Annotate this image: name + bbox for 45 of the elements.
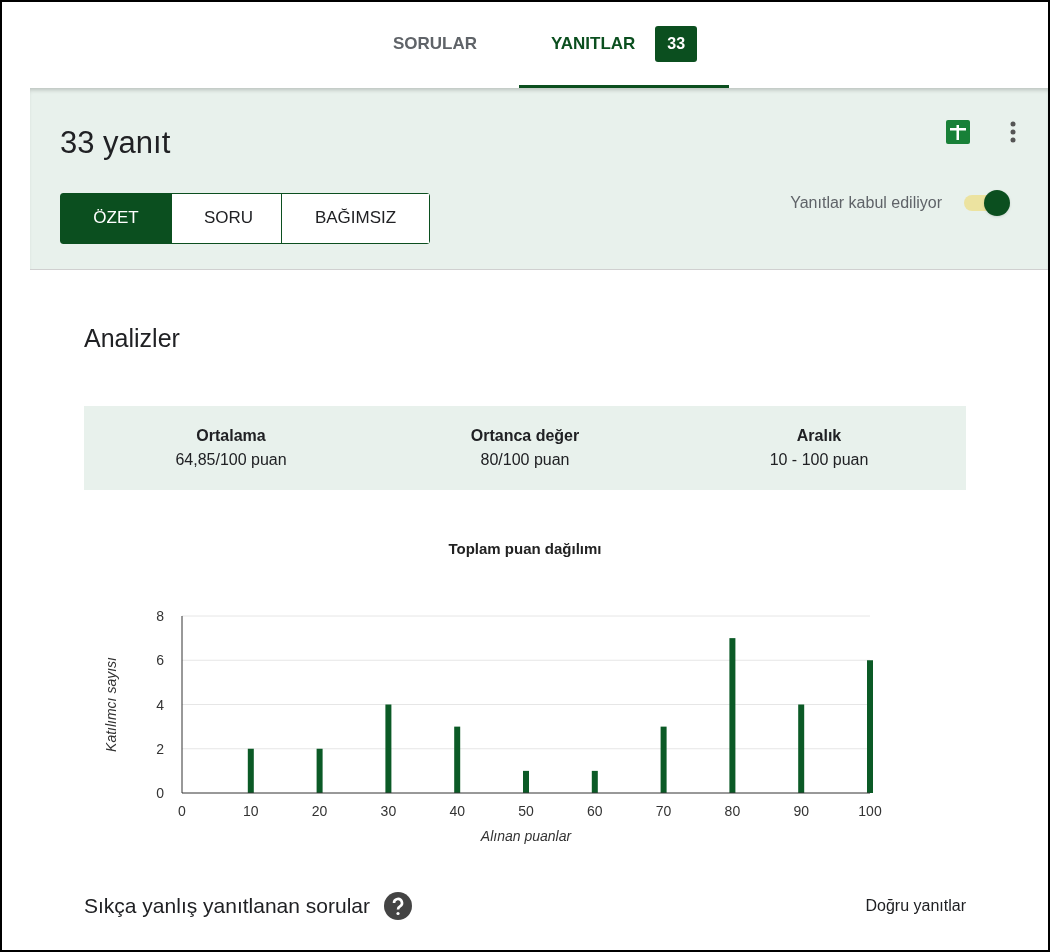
bar xyxy=(247,748,254,793)
chart-title: Toplam puan dağılımı xyxy=(448,538,602,559)
stat-label: Aralık xyxy=(796,425,842,446)
x-tick-label: 100 xyxy=(858,803,882,819)
y-tick-label: 8 xyxy=(156,608,164,624)
stat-value: 80/100 puan xyxy=(480,449,570,470)
x-tick-label: 70 xyxy=(655,803,672,819)
y-tick-label: 4 xyxy=(156,696,164,713)
x-tick-label: 50 xyxy=(518,803,534,819)
toggle-switch[interactable] xyxy=(962,188,1012,218)
view-tab[interactable]: SORU xyxy=(171,193,281,243)
stat-label: Ortanca değer xyxy=(470,425,580,446)
section-title: Analizler xyxy=(84,323,181,354)
y-tick-label: 2 xyxy=(156,740,164,757)
x-tick-label: 40 xyxy=(449,803,465,819)
view-tab[interactable]: ÖZET xyxy=(61,193,171,243)
bar xyxy=(523,770,529,793)
y-axis-label: Katılımcı sayısı xyxy=(103,657,119,752)
bar xyxy=(660,726,667,793)
x-tick-label: 90 xyxy=(793,803,809,819)
x-axis-label: Alınan puanlar xyxy=(480,828,572,844)
x-tick-label: 30 xyxy=(380,803,397,819)
x-tick-label: 10 xyxy=(243,803,259,819)
stat-value: 64,85/100 puan xyxy=(175,449,287,470)
section-title: Sıkça yanlış yanıtlanan sorular xyxy=(84,893,370,919)
x-tick-label: 60 xyxy=(587,803,603,819)
help-icon[interactable] xyxy=(384,891,412,920)
response-count-title: 33 yanıt xyxy=(60,124,172,162)
y-tick-label: 0 xyxy=(156,785,164,801)
more-options-icon[interactable] xyxy=(1010,120,1016,144)
spreadsheet-icon[interactable] xyxy=(946,120,970,144)
accepting-responses-label: Yanıtlar kabul ediliyor xyxy=(790,193,942,213)
correct-answers-link[interactable]: Doğru yanıtlar xyxy=(865,893,966,918)
stat-value: 10 - 100 puan xyxy=(769,449,869,470)
tab[interactable]: SORULAR xyxy=(360,2,509,88)
x-tick-label: 80 xyxy=(724,803,741,819)
bar xyxy=(454,726,461,793)
bar xyxy=(316,748,323,793)
view-tab[interactable]: BAĞIMSIZ xyxy=(281,193,429,243)
stat-label: Ortalama xyxy=(196,425,266,446)
x-tick-label: 20 xyxy=(311,803,328,819)
y-tick-label: 6 xyxy=(156,652,164,669)
count-badge: 33 xyxy=(655,25,698,62)
bar xyxy=(591,770,598,793)
x-tick-label: 0 xyxy=(178,803,186,819)
